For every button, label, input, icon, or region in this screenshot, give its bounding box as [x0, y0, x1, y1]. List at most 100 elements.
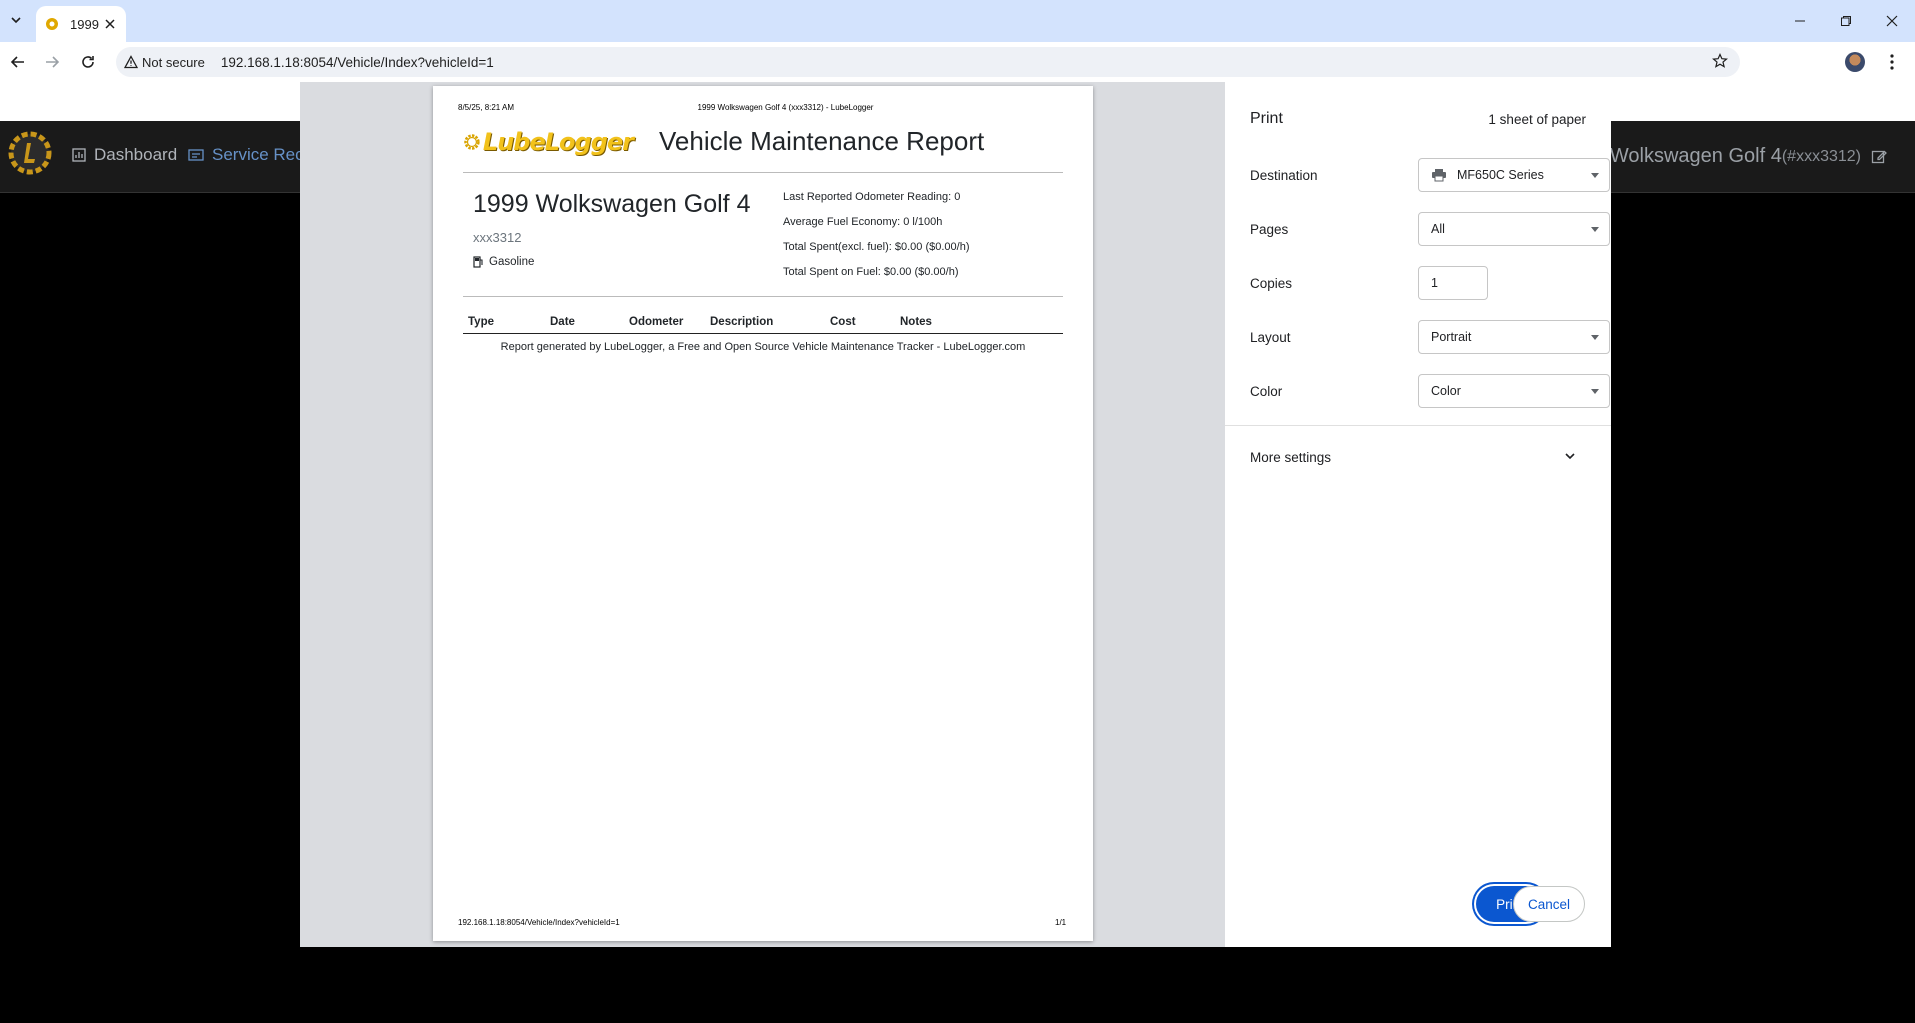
- vehicle-header: 999 Wolkswagen Golf 4 (#xxx3312): [1571, 145, 1887, 168]
- lubelogger-gear-icon: [46, 18, 58, 30]
- vehicle-name: 1999 Wolkswagen Golf 4: [473, 190, 751, 218]
- site-info-chip[interactable]: Not secure: [124, 55, 205, 70]
- column-date: Date: [550, 316, 575, 328]
- page-footer-number: 1/1: [1055, 918, 1067, 927]
- report-logo: LubeLogger: [463, 122, 634, 162]
- card-icon: [188, 149, 204, 161]
- print-title: Print: [1250, 110, 1283, 127]
- browser-toolbar: Not secure 192.168.1.18:8054/Vehicle/Ind…: [0, 42, 1915, 82]
- divider: [463, 172, 1063, 173]
- report-title: Vehicle Maintenance Report: [659, 126, 985, 156]
- chevron-down-icon: [1565, 453, 1575, 460]
- more-settings-label: More settings: [1250, 449, 1332, 465]
- nav-dashboard-label: Dashboard: [94, 145, 178, 164]
- tab-close-icon[interactable]: [102, 16, 118, 32]
- chevron-down-icon: [11, 17, 21, 24]
- cancel-button[interactable]: Cancel: [1513, 886, 1585, 922]
- color-value: Color: [1431, 384, 1461, 398]
- copies-label: Copies: [1250, 276, 1293, 291]
- vehicle-fuel-type: Gasoline: [473, 256, 534, 268]
- tab-title: 1999: [70, 16, 99, 32]
- nav-service-records[interactable]: Service Reco: [188, 145, 313, 165]
- layout-row: Layout Portrait: [1250, 320, 1610, 356]
- column-type: Type: [468, 316, 494, 328]
- color-select[interactable]: Color: [1418, 374, 1610, 408]
- destination-select[interactable]: MF650C Series: [1418, 158, 1610, 192]
- logo-wordmark: LubeLogger: [482, 128, 634, 156]
- report-footnote: Report generated by LubeLogger, a Free a…: [500, 341, 1026, 353]
- warning-icon: [124, 55, 138, 69]
- lubelogger-logo-icon: [8, 131, 52, 175]
- copies-input[interactable]: 1: [1418, 266, 1488, 300]
- records-table-header: Type Date Odometer Description Cost Note…: [463, 312, 1063, 334]
- profile-avatar[interactable]: [1845, 52, 1865, 72]
- column-description: Description: [710, 316, 774, 328]
- destination-label: Destination: [1250, 168, 1318, 183]
- url-text[interactable]: 192.168.1.18:8054/Vehicle/Index?vehicleI…: [221, 55, 494, 70]
- restore-icon: [1841, 16, 1851, 26]
- reload-button[interactable]: [74, 48, 102, 76]
- vehicle-header-id: (#xxx3312): [1781, 147, 1861, 165]
- address-bar[interactable]: Not secure 192.168.1.18:8054/Vehicle/Ind…: [116, 47, 1740, 77]
- print-settings-panel: Print 1 sheet of paper Destination MF650…: [1225, 82, 1611, 947]
- close-window-button[interactable]: [1869, 0, 1915, 42]
- pages-label: Pages: [1250, 222, 1289, 237]
- color-row: Color Color: [1250, 374, 1610, 410]
- layout-value: Portrait: [1431, 330, 1472, 344]
- print-dialog: 8/5/25, 8:21 AM 1999 Wolkswagen Golf 4 (…: [300, 82, 1611, 947]
- layout-select[interactable]: Portrait: [1418, 320, 1610, 354]
- tab-strip: 1999: [0, 0, 1915, 42]
- chart-icon: [72, 148, 86, 162]
- browser-tab[interactable]: 1999: [36, 6, 126, 42]
- stat-fuel-spent: Total Spent on Fuel: $0.00 ($0.00/h): [783, 266, 959, 278]
- destination-row: Destination MF650C Series: [1250, 158, 1610, 194]
- edit-icon[interactable]: [1871, 149, 1887, 165]
- stat-odometer: Last Reported Odometer Reading: 0: [783, 191, 961, 203]
- caret-down-icon: [1591, 227, 1599, 232]
- pages-select[interactable]: All: [1418, 212, 1610, 246]
- sheet-count: 1 sheet of paper: [1488, 112, 1586, 127]
- minimize-button[interactable]: [1777, 0, 1823, 42]
- copies-value: 1: [1431, 276, 1438, 290]
- pages-row: Pages All: [1250, 212, 1610, 248]
- column-cost: Cost: [830, 316, 856, 328]
- divider: [463, 296, 1063, 297]
- caret-down-icon: [1591, 335, 1599, 340]
- fuel-pump-icon: [473, 256, 483, 268]
- more-settings-toggle[interactable]: More settings: [1250, 442, 1586, 472]
- print-preview-area: 8/5/25, 8:21 AM 1999 Wolkswagen Golf 4 (…: [300, 82, 1225, 947]
- back-button[interactable]: [4, 48, 32, 76]
- preview-page: 8/5/25, 8:21 AM 1999 Wolkswagen Golf 4 (…: [433, 86, 1093, 941]
- caret-down-icon: [1591, 173, 1599, 178]
- color-label: Color: [1250, 384, 1283, 399]
- destination-value: MF650C Series: [1457, 168, 1544, 182]
- page-footer-url: 192.168.1.18:8054/Vehicle/Index?vehicleI…: [458, 918, 620, 927]
- gear-icon: [464, 134, 480, 150]
- reload-icon: [82, 56, 94, 68]
- stat-fuel-economy: Average Fuel Economy: 0 l/100h: [783, 216, 943, 228]
- fuel-type-label: Gasoline: [489, 256, 535, 268]
- arrow-right-icon: [46, 56, 60, 68]
- minimize-icon: [1795, 20, 1805, 22]
- nav-service-records-label: Service Reco: [212, 145, 314, 164]
- more-vertical-icon: [1890, 54, 1894, 70]
- settings-divider: [1225, 425, 1611, 426]
- tab-search-dropdown[interactable]: [4, 8, 28, 32]
- nav-dashboard[interactable]: Dashboard: [72, 145, 177, 165]
- forward-button[interactable]: [38, 48, 66, 76]
- copies-row: Copies 1: [1250, 266, 1586, 302]
- caret-down-icon: [1591, 389, 1599, 394]
- browser-menu-button[interactable]: [1880, 50, 1904, 74]
- pages-value: All: [1431, 222, 1445, 236]
- arrow-left-icon: [10, 56, 24, 68]
- vehicle-plate: xxx3312: [473, 230, 522, 245]
- layout-label: Layout: [1250, 330, 1291, 345]
- printer-icon: [1432, 169, 1446, 182]
- close-icon: [1886, 15, 1898, 27]
- stat-total-spent: Total Spent(excl. fuel): $0.00 ($0.00/h): [783, 241, 970, 253]
- page-header-title: 1999 Wolkswagen Golf 4 (xxx3312) - LubeL…: [697, 103, 874, 112]
- column-notes: Notes: [900, 316, 932, 328]
- restore-button[interactable]: [1823, 0, 1869, 42]
- bookmark-star-icon[interactable]: [1712, 53, 1728, 69]
- column-odometer: Odometer: [629, 316, 684, 328]
